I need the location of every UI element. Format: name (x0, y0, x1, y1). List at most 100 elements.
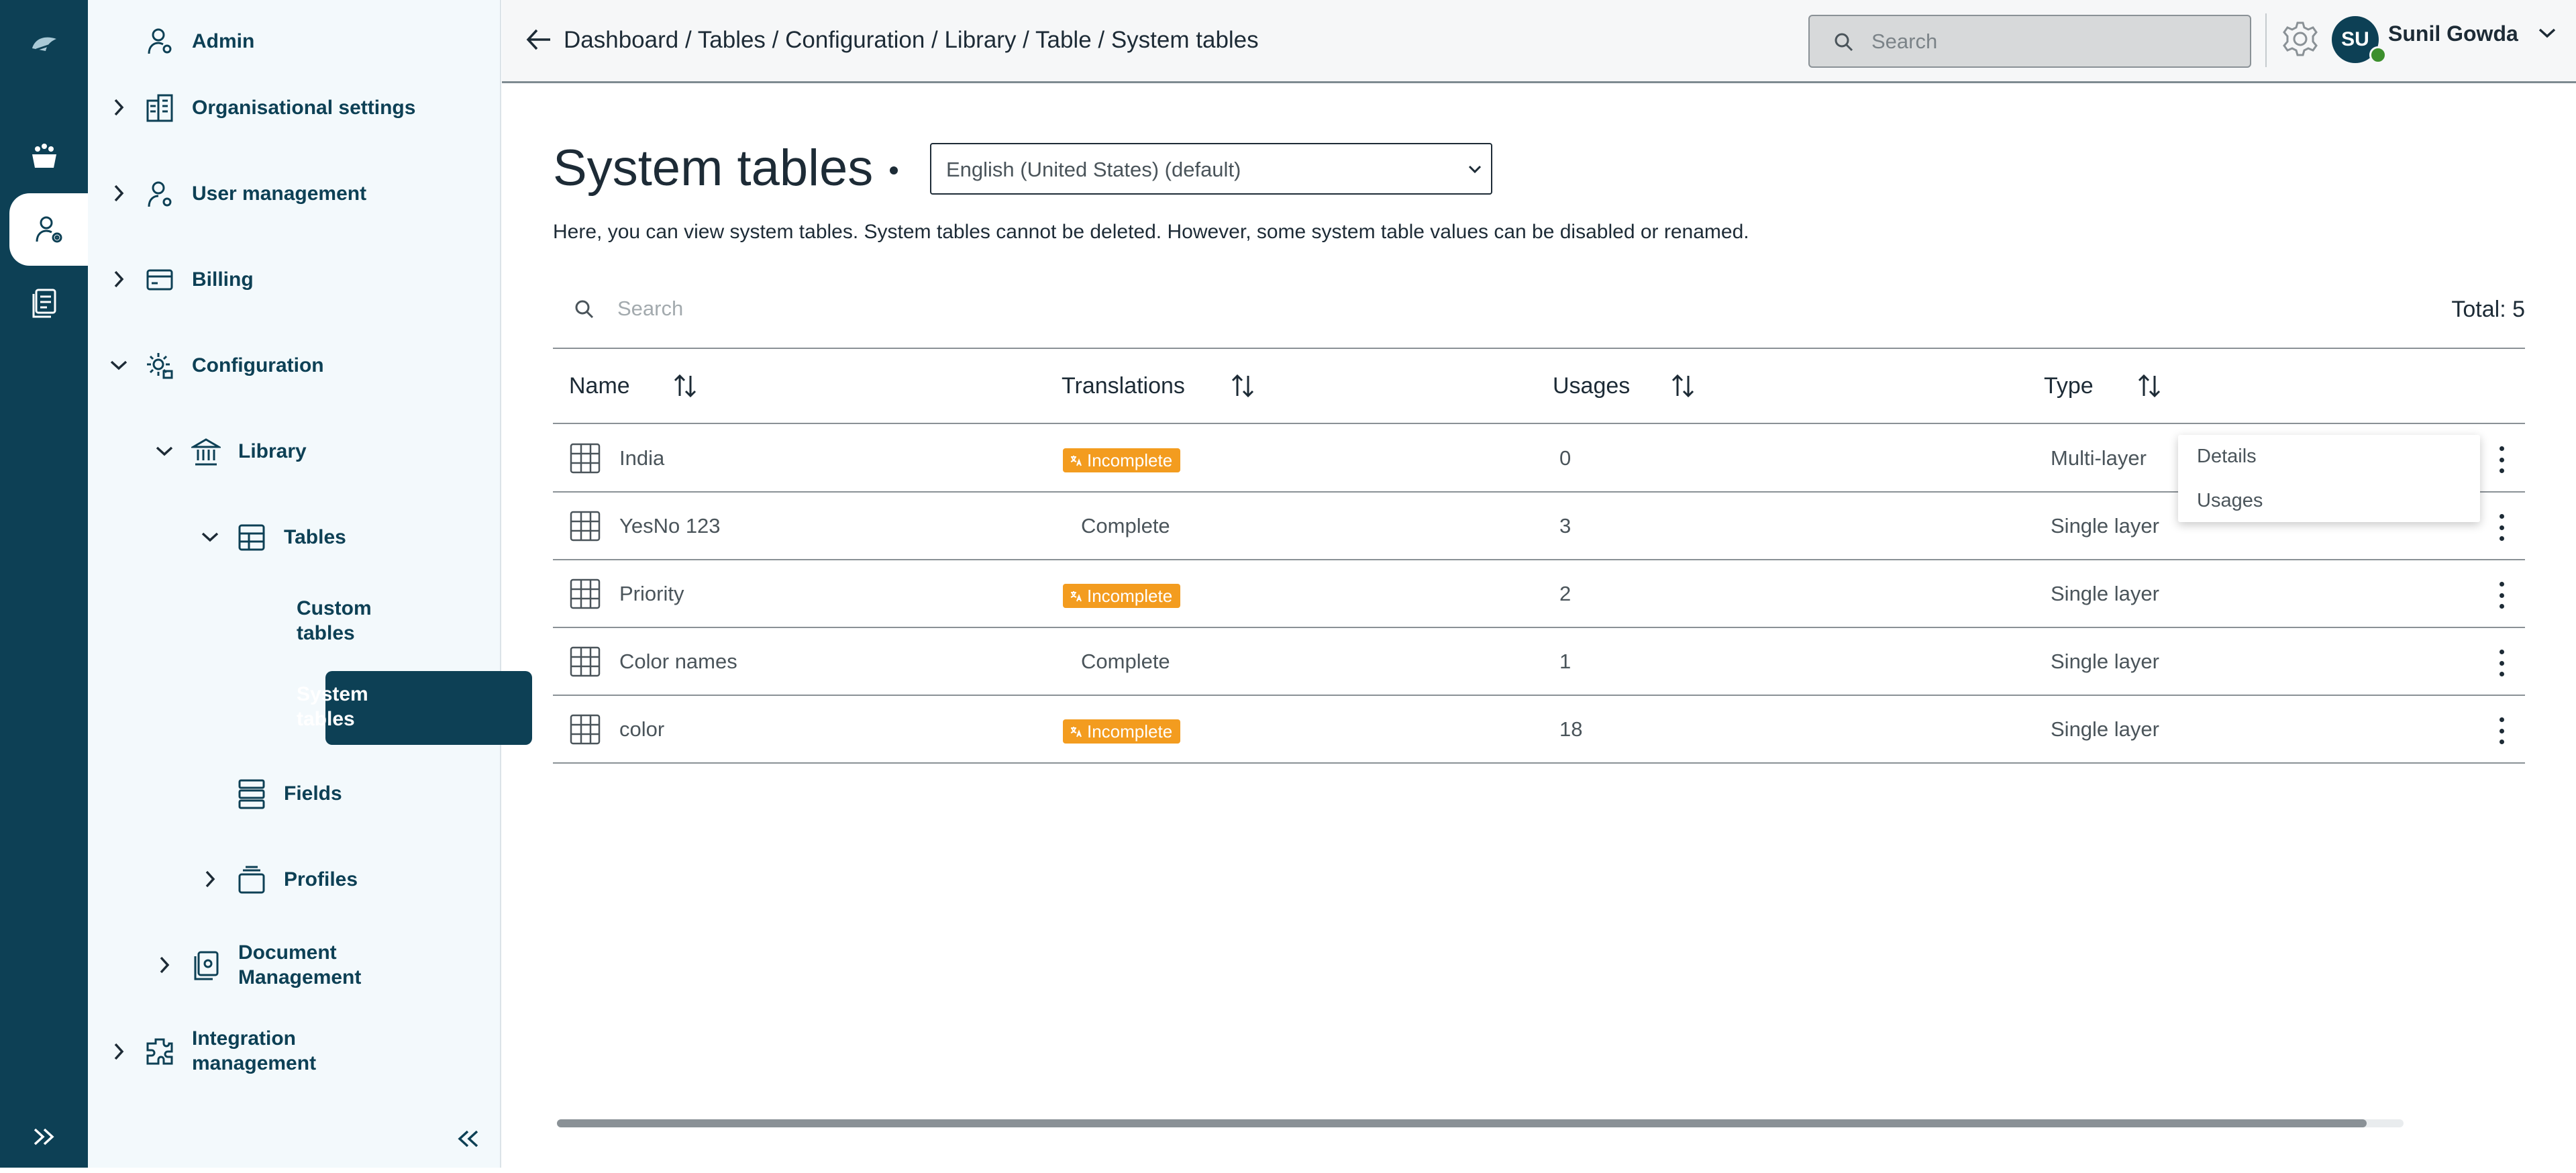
chevron-right-icon[interactable] (109, 1041, 129, 1062)
row-type: Single layer (2051, 582, 2159, 605)
row-name[interactable]: Color names (619, 650, 737, 674)
status-text: Complete (1081, 650, 1170, 673)
sidebar-item-label: Management (238, 966, 362, 988)
search-icon (575, 300, 594, 319)
gear-icon[interactable] (2281, 20, 2319, 61)
sidebar: Admin Organisational settings User manag… (88, 0, 532, 1168)
back-arrow-icon[interactable] (526, 28, 552, 54)
sidebar-item-tables[interactable]: Tables (284, 525, 346, 550)
page-title: System tables (553, 140, 874, 197)
sort-icon[interactable] (1670, 373, 1696, 399)
menu-item-details[interactable]: Details (2197, 446, 2257, 468)
search-placeholder: Search (1871, 30, 1938, 53)
chevron-right-icon[interactable] (154, 955, 174, 975)
documents-icon[interactable] (0, 267, 88, 340)
table-search-input[interactable]: Search (617, 297, 683, 321)
more-options-icon[interactable] (2495, 715, 2508, 747)
chevron-down-icon[interactable] (200, 527, 220, 547)
scrollbar-thumb[interactable] (557, 1119, 2367, 1127)
app-rail (0, 0, 88, 1168)
global-search-input[interactable]: Search (1808, 15, 2251, 68)
translate-icon (1070, 586, 1083, 607)
sidebar-item-library[interactable]: Library (238, 439, 307, 464)
chevron-down-icon (1468, 165, 1482, 174)
row-usages: 18 (1559, 717, 1583, 741)
sidebar-item-custom-tables[interactable]: Custom tables (297, 596, 372, 646)
menu-item-usages[interactable]: Usages (2197, 490, 2263, 512)
translate-icon (1070, 450, 1083, 471)
separator-dot (890, 166, 898, 174)
sidebar-item-organisational-settings[interactable]: Organisational settings (192, 95, 415, 120)
credit-card-icon (144, 264, 175, 295)
table-row[interactable]: Priority Incomplete 2 Single layer (553, 560, 2525, 628)
chevron-right-icon[interactable] (109, 183, 129, 203)
sort-icon[interactable] (1230, 373, 1255, 399)
row-name[interactable]: India (619, 446, 664, 470)
more-options-icon[interactable] (2495, 444, 2508, 476)
table-row[interactable]: Color names Complete 1 Single layer (553, 628, 2525, 696)
sidebar-item-integration-management[interactable]: Integration management (192, 1026, 316, 1076)
column-header-usages[interactable]: Usages (1553, 373, 1630, 399)
document-management-icon (191, 950, 221, 981)
sidebar-item-label: Document (238, 941, 337, 964)
admin-icon[interactable] (9, 193, 88, 266)
sort-icon[interactable] (2136, 373, 2162, 399)
status-badge: Incomplete (1063, 584, 1181, 608)
sidebar-item-user-management[interactable]: User management (192, 181, 366, 206)
total-count: Total: 5 (2451, 297, 2525, 322)
column-header-name[interactable]: Name (569, 373, 630, 399)
row-name[interactable]: YesNo 123 (619, 514, 721, 538)
horizontal-scrollbar[interactable] (557, 1119, 2404, 1127)
table-icon (236, 522, 267, 553)
status-text: Complete (1081, 514, 1170, 538)
sidebar-item-fields[interactable]: Fields (284, 781, 342, 806)
column-header-type[interactable]: Type (2044, 373, 2094, 399)
page-description: Here, you can view system tables. System… (553, 221, 1749, 243)
sidebar-item-profiles[interactable]: Profiles (284, 867, 358, 892)
chevron-down-icon[interactable] (2538, 27, 2557, 42)
chevron-right-icon[interactable] (109, 269, 129, 289)
online-status-icon (2369, 46, 2387, 64)
row-type: Single layer (2051, 717, 2159, 741)
row-name[interactable]: Priority (619, 582, 684, 606)
table-search[interactable]: Search Total: 5 (553, 282, 2525, 349)
sidebar-item-configuration[interactable]: Configuration (192, 353, 324, 378)
breadcrumb[interactable]: Dashboard / Tables / Configuration / Lib… (564, 27, 1259, 54)
chevron-right-icon[interactable] (109, 97, 129, 117)
more-options-icon[interactable] (2495, 647, 2508, 679)
sidebar-item-document-management[interactable]: Document Management (238, 940, 361, 990)
table-icon (569, 578, 601, 613)
sidebar-item-billing[interactable]: Billing (192, 267, 254, 292)
app-logo-icon[interactable] (0, 8, 88, 81)
more-options-icon[interactable] (2495, 511, 2508, 544)
row-usages: 3 (1559, 514, 1572, 538)
table-icon (569, 510, 601, 546)
profiles-icon (236, 864, 267, 895)
row-usages: 0 (1559, 446, 1572, 470)
user-settings-icon (144, 178, 175, 209)
language-select-value: English (United States) (default) (946, 158, 1241, 181)
table-header: Name Translations Usages Type (553, 349, 2525, 424)
row-name[interactable]: color (619, 717, 664, 742)
user-name[interactable]: Sunil Gowda (2388, 21, 2518, 46)
more-options-icon[interactable] (2495, 579, 2508, 611)
sidebar-item-system-tables-label: System tables (297, 682, 368, 731)
chevron-down-icon[interactable] (154, 441, 174, 461)
column-header-translations[interactable]: Translations (1062, 373, 1185, 399)
row-type: Single layer (2051, 650, 2159, 673)
table-icon (569, 646, 601, 681)
home-icon[interactable] (0, 121, 88, 193)
chevron-right-icon[interactable] (200, 869, 220, 889)
row-context-menu: Details Usages (2178, 435, 2480, 522)
fields-icon (236, 778, 267, 809)
expand-rail-icon[interactable] (0, 1101, 88, 1173)
sort-icon[interactable] (672, 373, 698, 399)
collapse-sidebar-icon[interactable] (453, 1127, 482, 1150)
language-select[interactable]: English (United States) (default) (930, 143, 1492, 195)
chevron-down-icon[interactable] (109, 355, 129, 375)
table-icon (569, 442, 601, 478)
table-row[interactable]: color Incomplete 18 Single layer (553, 696, 2525, 764)
sidebar-title: Admin (192, 30, 255, 52)
sidebar-item-label: System (297, 683, 368, 705)
admin-user-icon (144, 26, 175, 56)
